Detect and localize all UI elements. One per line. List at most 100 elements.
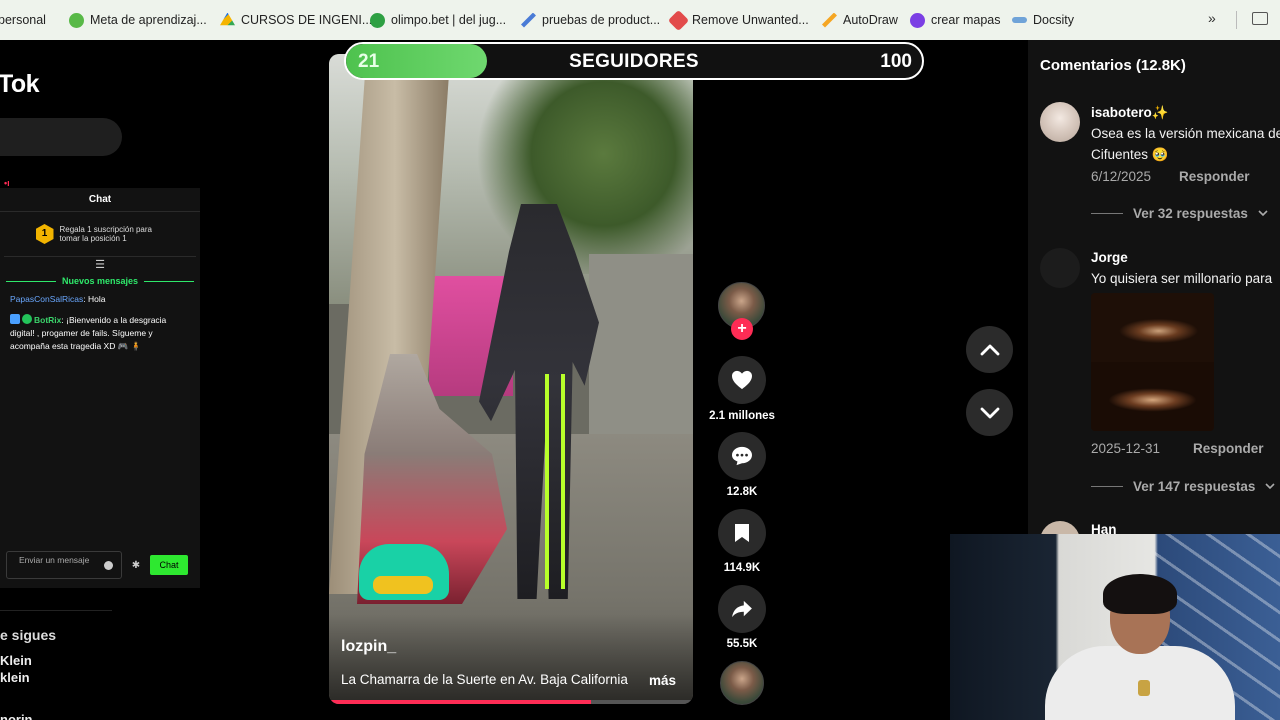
video-progress-fill [329,700,592,704]
bookmark-docsity[interactable]: Docsity [1012,0,1074,40]
commenter-avatar[interactable] [1040,248,1080,288]
comment-date: 2025-12-31 [1091,441,1161,456]
app-logo[interactable]: Tok [0,70,40,99]
comment-username[interactable]: Jorge [1091,250,1128,265]
next-video-button[interactable] [966,389,1013,436]
view-replies-label: Ver 147 respuestas [1133,479,1256,494]
video-description: La Chamarra de la Suerte en Av. Baja Cal… [341,672,628,687]
chat-send-button[interactable]: Chat [150,555,188,575]
comment-image-part [1091,293,1214,362]
video-player[interactable]: lozpin_ La Chamarra de la Suerte en Av. … [329,54,693,704]
reply-button[interactable]: Responder [1193,441,1264,456]
video-author[interactable]: lozpin_ [341,638,396,656]
bookmark-meta[interactable]: Meta de aprendizaj... [69,0,207,40]
following-account[interactable]: norin [0,712,33,720]
save-button[interactable] [718,509,766,557]
divider-line [1091,486,1123,487]
chat-message-input[interactable]: Enviar un mensaje [6,551,122,579]
more-button[interactable]: más [649,673,676,688]
chevron-down-icon [980,407,999,418]
bookmark-olimpo[interactable]: olimpo.bet | del jug... [370,0,506,40]
following-account[interactable]: Klein [0,653,32,668]
bookmark-autodraw[interactable]: AutoDraw [822,0,898,40]
bookmarks-separator [1236,11,1237,29]
bookmark-mapas[interactable]: crear mapas [910,0,1000,40]
bookmark-remove[interactable]: Remove Unwanted... [667,0,809,40]
comment-image[interactable] [1091,293,1214,431]
pen-icon [521,12,536,28]
gear-icon[interactable]: ✱ [130,560,142,571]
reply-button[interactable]: Responder [1179,169,1250,184]
comment-text: Cifuentes 🥹 [1091,147,1169,162]
bot-badge-icon [10,314,20,324]
heart-icon [732,370,752,390]
chevron-down-icon [1258,210,1268,217]
divider-line [6,280,56,282]
share-arrow-icon [732,600,752,618]
bookmark-label: crear mapas [931,13,1001,27]
sound-avatar[interactable] [720,661,764,705]
search-input[interactable] [0,118,122,156]
comment-icon [732,446,752,466]
view-replies-label: Ver 32 respuestas [1133,206,1248,221]
comment-text: Osea es la versión mexicana de [1091,126,1280,141]
comment-text: Yo quisiera ser millonario para [1091,271,1273,286]
more-bookmarks-icon[interactable]: » [1208,10,1216,26]
folder-icon[interactable] [1252,12,1268,25]
follow-plus-icon[interactable]: + [731,318,753,340]
bookmark-label: Remove Unwanted... [692,13,809,27]
video-scene [469,74,693,274]
previous-video-button[interactable] [966,326,1013,373]
divider-line [144,280,195,282]
bookmark-label: CURSOS DE INGENI... [241,13,373,27]
rank-text: Regala 1 suscripción para tomar la posic… [59,225,153,243]
bookmark-label: pruebas de product... [542,13,661,27]
goal-target: 100 [880,51,912,72]
following-account[interactable]: klein [0,670,30,685]
eraser-icon [667,9,690,31]
bookmark-cursos[interactable]: CURSOS DE INGENI... [220,0,372,40]
filter-icon[interactable]: ☰ [0,257,200,273]
chevron-up-icon [980,344,999,355]
subscription-rank[interactable]: 1 Regala 1 suscripción para tomar la pos… [0,212,200,256]
chevron-down-icon [1265,483,1275,490]
duolingo-icon [69,12,84,28]
stream-chat-panel: Chat 1 Regala 1 suscripción para tomar l… [0,188,200,588]
comment-image-part [1091,362,1214,431]
olimpo-icon [370,12,385,28]
view-replies-button[interactable]: Ver 32 respuestas [1091,206,1268,221]
share-button[interactable] [718,585,766,633]
comment-username[interactable]: isabotero✨ [1091,105,1169,121]
chat-text: : Hola [83,294,106,304]
live-indicator-icon: •ı [4,178,10,188]
chat-message: PapasConSalRicas: Hola [0,289,200,310]
divider [0,610,112,611]
new-messages-divider: Nuevos mensajes [0,273,200,289]
autodraw-icon [822,12,837,28]
chat-username[interactable]: BotRix [34,315,61,325]
view-replies-button[interactable]: Ver 147 respuestas [1091,479,1275,494]
emoji-icon[interactable] [104,561,113,570]
chat-input-row: Enviar un mensaje ✱ Chat [0,550,200,580]
chat-input-placeholder: Enviar un mensaje [19,555,90,565]
chat-username[interactable]: PapasConSalRicas [10,294,83,304]
following-title: e sigues [0,627,57,643]
comment-date: 6/12/2025 [1091,169,1152,184]
video-scene [373,576,433,594]
comments-count: 12.8K [726,486,758,498]
divider-line [1091,213,1123,214]
bookmark-label: olimpo.bet | del jug... [391,13,507,27]
chat-title: Chat [0,188,200,212]
bookmark-pruebas[interactable]: pruebas de product... [521,0,660,40]
screen: personal Meta de aprendizaj... CURSOS DE… [0,0,1280,720]
like-button[interactable] [718,356,766,404]
bookmark-personal[interactable]: personal [0,0,46,40]
likes-count: 2.1 millones [709,410,775,422]
webcam-scene [1103,574,1177,614]
comment-button[interactable] [718,432,766,480]
commenter-avatar[interactable] [1040,102,1080,142]
docsity-icon [1012,17,1027,23]
bookmark-label: personal [0,13,46,27]
shares-count: 55.5K [726,638,758,650]
chat-message: BotRix: ¡Bienvenido a la desgracia digit… [0,310,200,357]
